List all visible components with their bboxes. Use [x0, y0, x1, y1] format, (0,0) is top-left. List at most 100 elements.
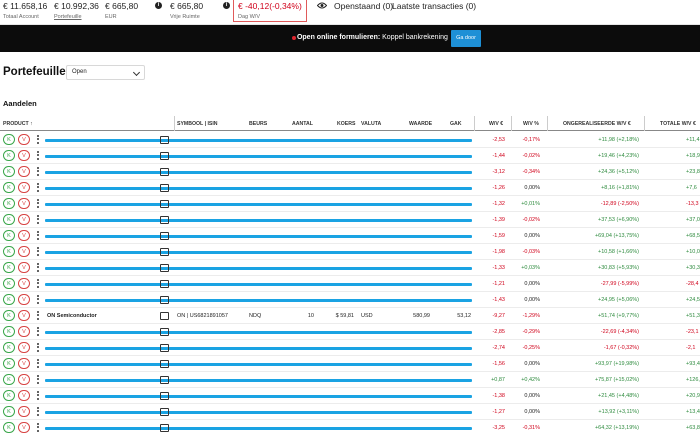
- more-vertical-icon[interactable]: [37, 183, 39, 192]
- buy-button[interactable]: K: [3, 150, 15, 161]
- pl-pct: +0,42%: [521, 377, 540, 383]
- more-vertical-icon[interactable]: [37, 135, 39, 144]
- col-exchange[interactable]: BEURS: [249, 121, 267, 127]
- more-vertical-icon[interactable]: [37, 215, 39, 224]
- sell-button[interactable]: V: [18, 326, 30, 337]
- col-unrealized[interactable]: ONGEREALISEERDE W/V €: [563, 121, 631, 127]
- last-transactions-link[interactable]: Laatste transacties (0): [392, 1, 476, 11]
- sell-button[interactable]: V: [18, 310, 30, 321]
- chart-icon[interactable]: [160, 248, 169, 256]
- more-vertical-icon[interactable]: [37, 231, 39, 240]
- sell-button[interactable]: V: [18, 198, 30, 209]
- buy-button[interactable]: K: [3, 326, 15, 337]
- col-currency[interactable]: VALUTA: [361, 121, 381, 127]
- sell-button[interactable]: V: [18, 182, 30, 193]
- more-vertical-icon[interactable]: [37, 247, 39, 256]
- col-price[interactable]: KOERS: [337, 121, 355, 127]
- col-value[interactable]: WAARDE: [409, 121, 432, 127]
- more-vertical-icon[interactable]: [37, 359, 39, 368]
- product-name[interactable]: ON Semiconductor: [47, 313, 97, 319]
- col-quantity[interactable]: AANTAL: [292, 121, 313, 127]
- buy-button[interactable]: K: [3, 246, 15, 257]
- eye-icon[interactable]: [317, 2, 327, 9]
- buy-button[interactable]: K: [3, 358, 15, 369]
- position-filter-select[interactable]: Open: [66, 65, 145, 80]
- buy-button[interactable]: K: [3, 390, 15, 401]
- more-vertical-icon[interactable]: [37, 151, 39, 160]
- more-vertical-icon[interactable]: [37, 199, 39, 208]
- buy-button[interactable]: K: [3, 422, 15, 433]
- col-gak[interactable]: GAK: [450, 121, 462, 127]
- sell-button[interactable]: V: [18, 134, 30, 145]
- sell-button[interactable]: V: [18, 342, 30, 353]
- col-symbol[interactable]: SYMBOOL | ISIN: [177, 121, 218, 127]
- buy-button[interactable]: K: [3, 278, 15, 289]
- col-total-pl[interactable]: TOTALE W/V €: [660, 121, 696, 127]
- chart-icon[interactable]: [160, 184, 169, 192]
- chart-icon[interactable]: [160, 216, 169, 224]
- chart-icon[interactable]: [160, 280, 169, 288]
- buy-button[interactable]: K: [3, 294, 15, 305]
- sell-button[interactable]: V: [18, 214, 30, 225]
- buy-button[interactable]: K: [3, 230, 15, 241]
- sell-button[interactable]: V: [18, 150, 30, 161]
- buy-button[interactable]: K: [3, 134, 15, 145]
- portfolio-value[interactable]: € 10.992,36 Portefeuille: [54, 1, 99, 20]
- open-orders-link[interactable]: Openstaand (0): [334, 1, 393, 11]
- col-pl-pct[interactable]: W/V %: [523, 121, 539, 127]
- more-vertical-icon[interactable]: [37, 263, 39, 272]
- buy-button[interactable]: K: [3, 310, 15, 321]
- more-vertical-icon[interactable]: [37, 279, 39, 288]
- more-vertical-icon[interactable]: [37, 423, 39, 432]
- chart-icon[interactable]: [160, 376, 169, 384]
- info-icon[interactable]: i: [155, 2, 162, 9]
- chart-icon[interactable]: [160, 136, 169, 144]
- chart-icon[interactable]: [160, 408, 169, 416]
- buy-button[interactable]: K: [3, 342, 15, 353]
- total-pl: +24,5: [686, 297, 700, 303]
- sell-button[interactable]: V: [18, 358, 30, 369]
- buy-button[interactable]: K: [3, 214, 15, 225]
- sell-button[interactable]: V: [18, 246, 30, 257]
- portfolio-link[interactable]: Portefeuille: [54, 14, 99, 20]
- col-pl[interactable]: W/V €: [489, 121, 503, 127]
- more-vertical-icon[interactable]: [37, 327, 39, 336]
- more-vertical-icon[interactable]: [37, 295, 39, 304]
- more-vertical-icon[interactable]: [37, 375, 39, 384]
- buy-button[interactable]: K: [3, 198, 15, 209]
- sell-button[interactable]: V: [18, 166, 30, 177]
- chart-icon[interactable]: [160, 344, 169, 352]
- sell-button[interactable]: V: [18, 294, 30, 305]
- sell-button[interactable]: V: [18, 422, 30, 433]
- chart-icon[interactable]: [160, 264, 169, 272]
- chart-icon[interactable]: [160, 168, 169, 176]
- chart-icon[interactable]: [160, 232, 169, 240]
- more-vertical-icon[interactable]: [37, 311, 39, 320]
- more-vertical-icon[interactable]: [37, 407, 39, 416]
- chart-icon[interactable]: [160, 328, 169, 336]
- chart-icon[interactable]: [160, 392, 169, 400]
- buy-button[interactable]: K: [3, 166, 15, 177]
- chart-icon[interactable]: [160, 152, 169, 160]
- continue-button[interactable]: Ga door: [451, 30, 481, 47]
- sell-button[interactable]: V: [18, 262, 30, 273]
- sell-button[interactable]: V: [18, 390, 30, 401]
- more-vertical-icon[interactable]: [37, 391, 39, 400]
- chart-icon[interactable]: [160, 312, 169, 320]
- buy-button[interactable]: K: [3, 182, 15, 193]
- sell-button[interactable]: V: [18, 406, 30, 417]
- sell-button[interactable]: V: [18, 374, 30, 385]
- chart-icon[interactable]: [160, 360, 169, 368]
- chart-icon[interactable]: [160, 200, 169, 208]
- more-vertical-icon[interactable]: [37, 167, 39, 176]
- chart-icon[interactable]: [160, 424, 169, 432]
- sell-button[interactable]: V: [18, 230, 30, 241]
- col-product[interactable]: PRODUCT ↑: [3, 121, 33, 127]
- chart-icon[interactable]: [160, 296, 169, 304]
- more-vertical-icon[interactable]: [37, 343, 39, 352]
- buy-button[interactable]: K: [3, 374, 15, 385]
- buy-button[interactable]: K: [3, 406, 15, 417]
- buy-button[interactable]: K: [3, 262, 15, 273]
- sell-button[interactable]: V: [18, 278, 30, 289]
- info-icon[interactable]: i: [223, 2, 230, 9]
